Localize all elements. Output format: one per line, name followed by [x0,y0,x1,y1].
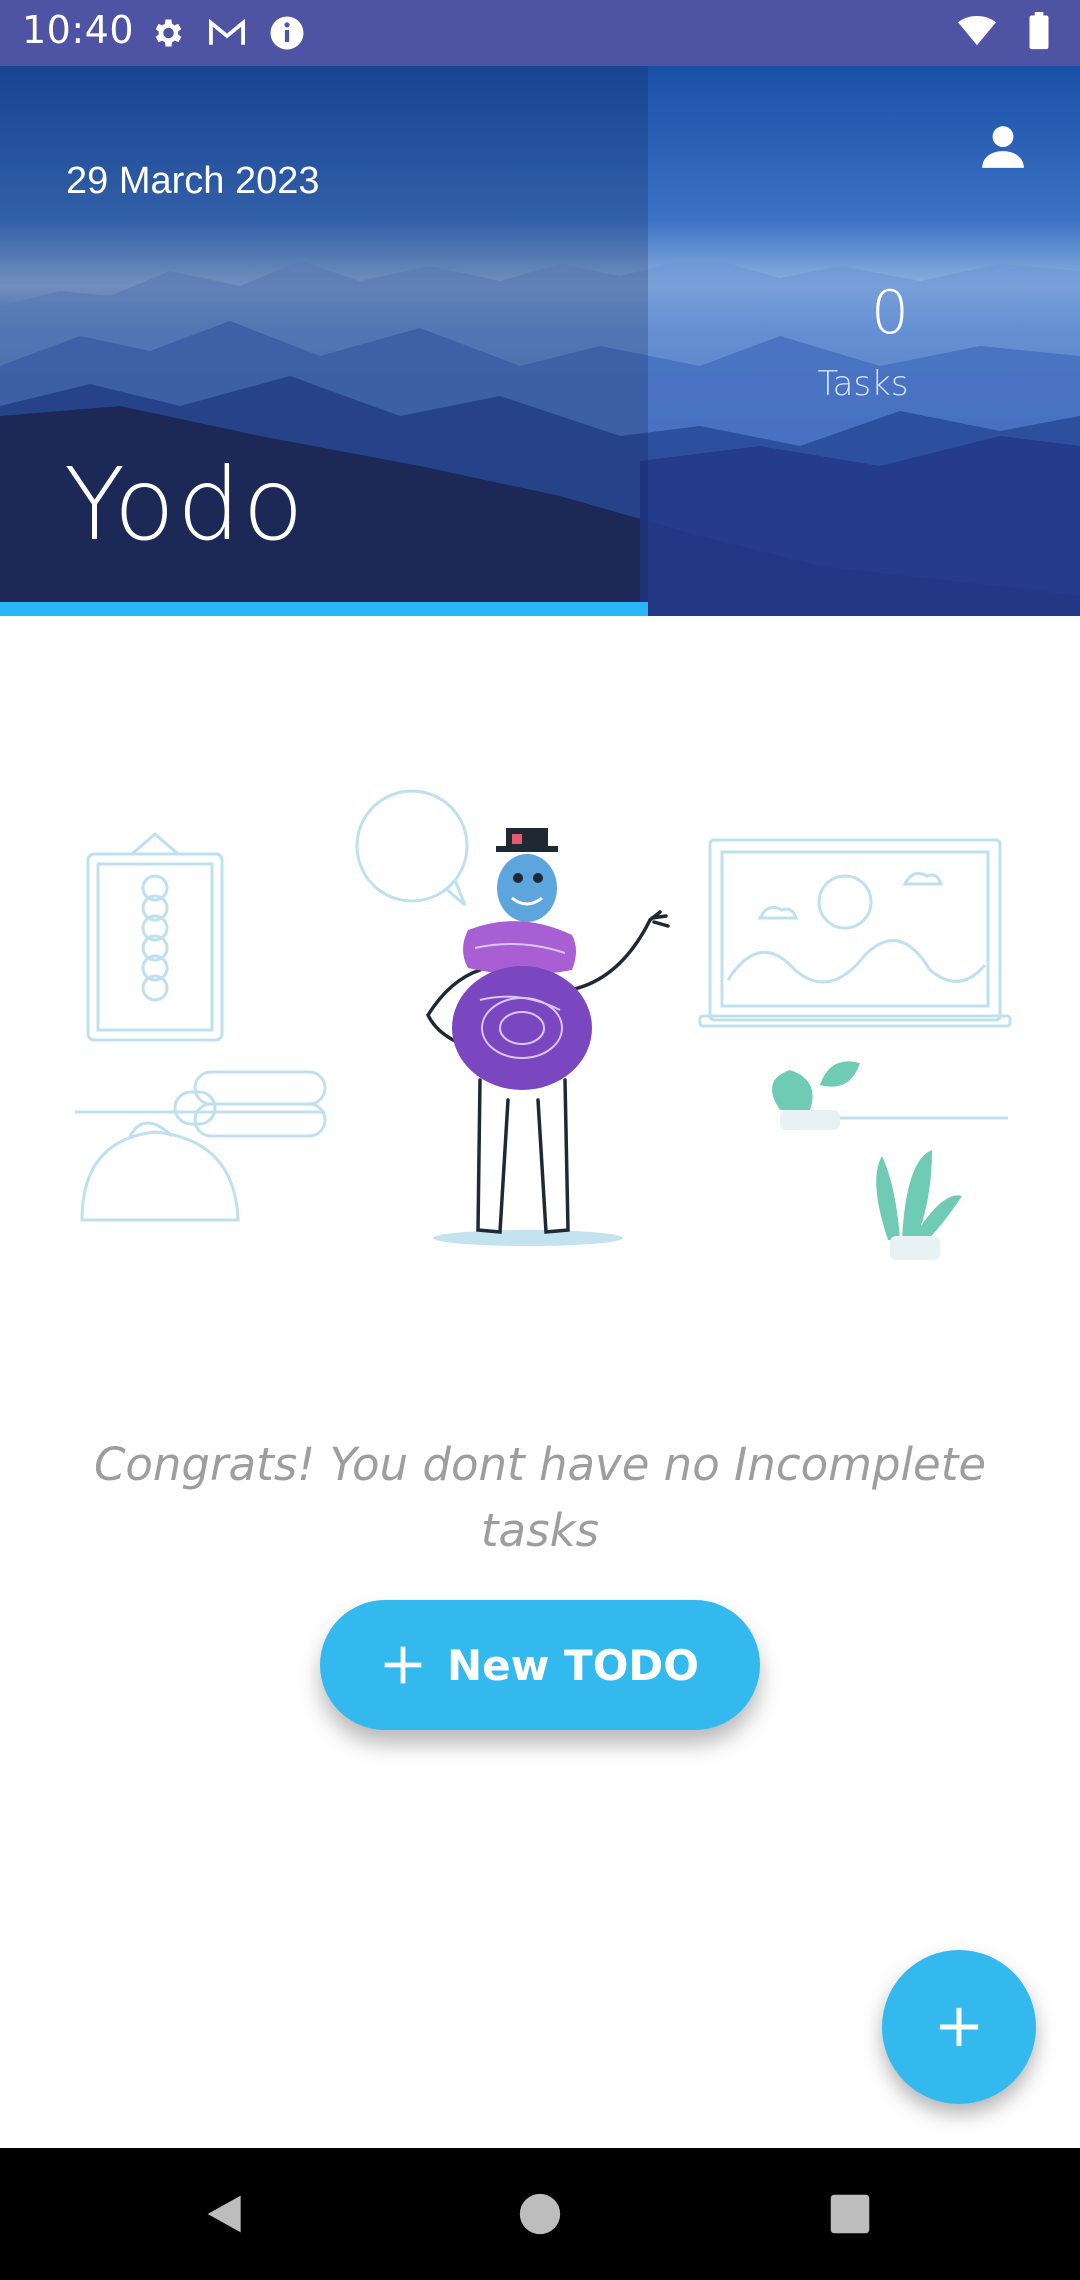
navigation-bar [0,2148,1080,2280]
recents-icon [830,2194,870,2234]
info-icon [268,14,306,52]
recents-button[interactable] [828,2192,872,2236]
person-icon [982,126,1024,168]
back-button[interactable] [204,2192,248,2236]
status-icons-right [958,12,1058,50]
tasks-count: 0 [870,278,910,348]
tasks-progress-bar [0,602,648,616]
settings-icon [148,14,186,52]
home-icon [519,2193,561,2235]
battery-icon [1020,12,1058,50]
tasks-label: Tasks [817,364,909,404]
home-button[interactable] [518,2192,562,2236]
profile-button[interactable] [970,114,1036,180]
new-todo-label: New TODO [447,1640,699,1690]
plus-icon [939,2007,979,2047]
add-task-fab[interactable] [882,1950,1036,2104]
back-icon [207,2195,241,2233]
app-title: Yodo [64,446,306,563]
plus-icon [384,1646,422,1684]
wifi-icon [958,12,996,50]
status-time: 10:40 [22,8,135,52]
empty-state-message: Congrats! You dont have no Incomplete ta… [93,1438,987,1557]
new-todo-button[interactable]: New TODO [320,1600,760,1730]
empty-state-illustration [75,789,1012,1260]
header-banner: 29 March 2023 Yodo 0 Tasks [0,66,1080,616]
current-date: 29 March 2023 [66,160,320,202]
status-icons-left [148,14,306,52]
status-bar: 10:40 [0,0,1080,66]
gmail-icon [208,14,246,52]
